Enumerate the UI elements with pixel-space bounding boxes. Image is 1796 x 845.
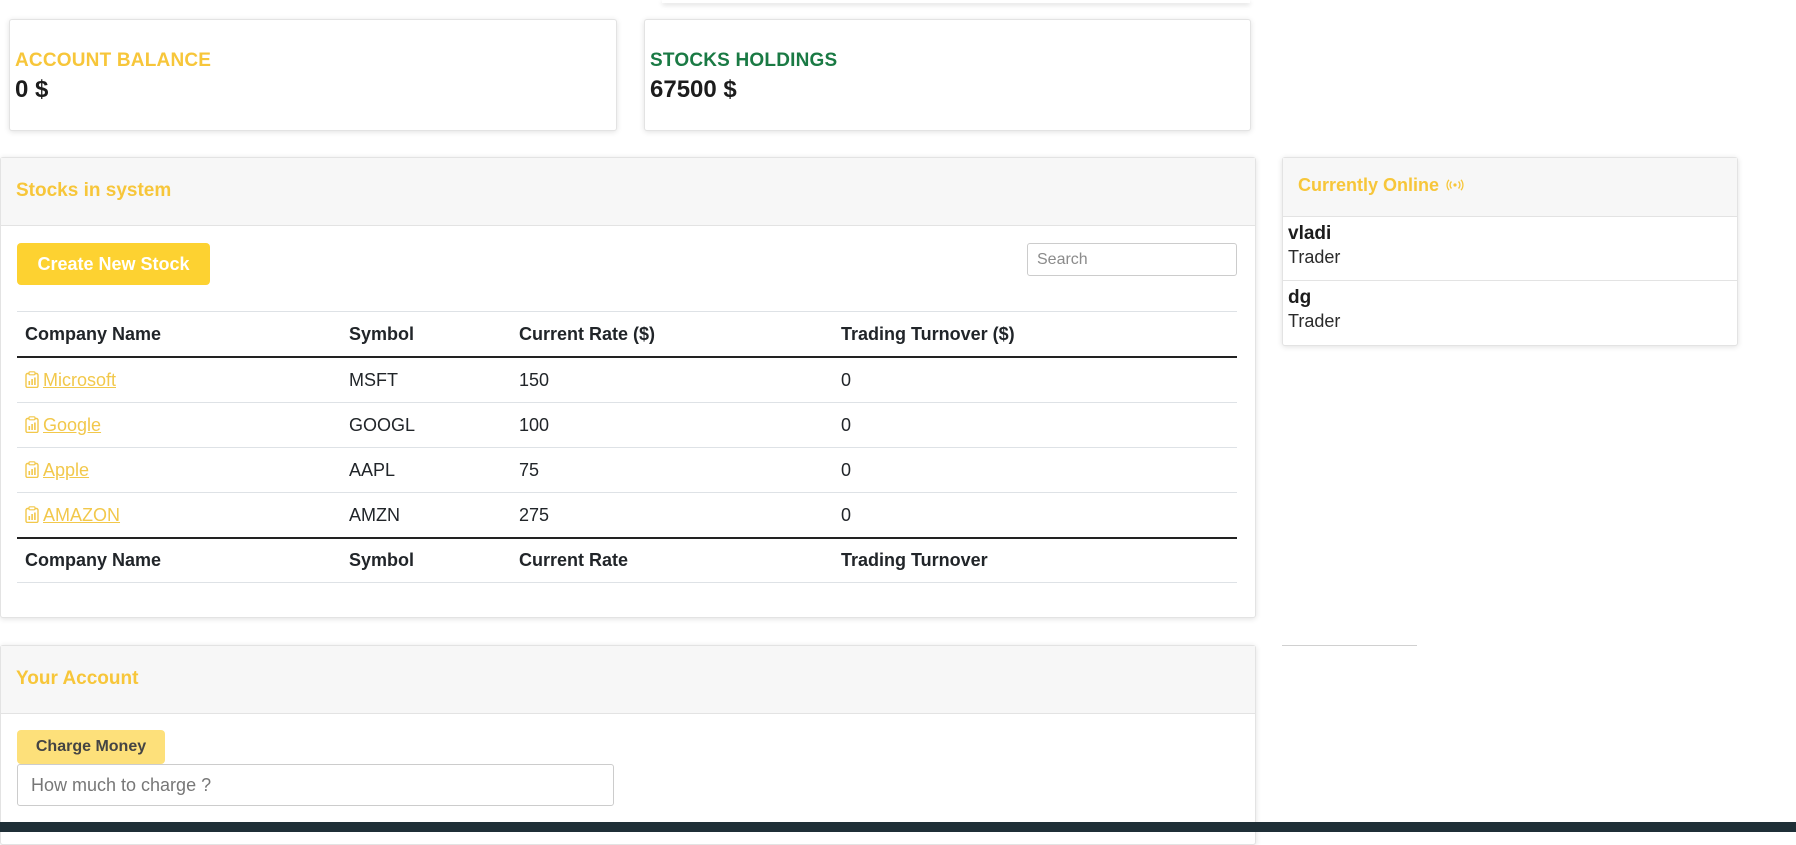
account-panel-header: Your Account — [1, 646, 1255, 714]
stock-link-apple[interactable]: Apple — [25, 460, 89, 480]
footer-company: Company Name — [17, 538, 341, 583]
column-header-turnover[interactable]: Trading Turnover ($) — [833, 311, 1237, 358]
divider — [1282, 645, 1417, 646]
online-panel-title: Currently Online — [1298, 175, 1464, 196]
account-balance-value: 0 $ — [15, 76, 49, 103]
stock-name: Microsoft — [43, 369, 117, 390]
stocks-panel-header: Stocks in system — [1, 158, 1255, 226]
stock-symbol: MSFT — [341, 357, 511, 403]
online-user-name: vladi — [1288, 223, 1332, 244]
stock-name: Google — [43, 414, 102, 435]
account-balance-label: ACCOUNT BALANCE — [15, 50, 212, 71]
stock-rate: 150 — [511, 357, 833, 403]
taskbar — [0, 822, 1796, 832]
column-header-company[interactable]: Company Name — [17, 311, 341, 358]
online-user-role: Trader — [1288, 247, 1341, 267]
clipboard-chart-icon — [25, 370, 39, 388]
broadcast-icon — [1446, 179, 1464, 191]
stocks-panel-title: Stocks in system — [16, 180, 172, 201]
table-footer-row: Company Name Symbol Current Rate Trading… — [17, 538, 1237, 583]
stock-symbol: AAPL — [341, 447, 511, 493]
stock-turnover: 0 — [833, 357, 1237, 403]
charge-money-button[interactable]: Charge Money — [17, 730, 165, 764]
table-header-row: Company Name Symbol Current Rate ($) Tra… — [17, 311, 1237, 358]
stock-name: Apple — [43, 459, 90, 480]
stock-link-microsoft[interactable]: Microsoft — [25, 370, 116, 390]
stocks-panel: Stocks in system Create New Stock Compan… — [0, 157, 1256, 618]
online-user-item: dg Trader — [1283, 280, 1737, 345]
create-new-stock-button[interactable]: Create New Stock — [17, 243, 210, 285]
column-header-rate[interactable]: Current Rate ($) — [511, 311, 833, 358]
stock-rate: 100 — [511, 402, 833, 448]
online-panel-header: Currently Online — [1283, 158, 1737, 216]
account-panel-title: Your Account — [16, 668, 139, 689]
top-card-edge — [662, 0, 1250, 3]
table-row: Apple AAPL 75 0 — [17, 447, 1237, 493]
stock-turnover: 0 — [833, 402, 1237, 448]
online-user-item: vladi Trader — [1283, 216, 1737, 281]
search-input[interactable] — [1027, 243, 1237, 276]
footer-turnover: Trading Turnover — [833, 538, 1237, 583]
stock-rate: 275 — [511, 492, 833, 539]
online-user-role: Trader — [1288, 311, 1341, 331]
stock-symbol: AMZN — [341, 492, 511, 539]
account-panel: Your Account Charge Money — [0, 645, 1256, 845]
table-row: Microsoft MSFT 150 0 — [17, 357, 1237, 403]
footer-symbol: Symbol — [341, 538, 511, 583]
clipboard-chart-icon — [25, 505, 39, 523]
stocks-holdings-card: STOCKS HOLDINGS 67500 $ — [644, 19, 1251, 131]
clipboard-chart-icon — [25, 415, 39, 433]
footer-rate: Current Rate — [511, 538, 833, 583]
column-header-symbol[interactable]: Symbol — [341, 311, 511, 358]
stock-rate: 75 — [511, 447, 833, 493]
stock-link-google[interactable]: Google — [25, 415, 101, 435]
account-balance-card: ACCOUNT BALANCE 0 $ — [9, 19, 617, 131]
stock-turnover: 0 — [833, 447, 1237, 493]
stocks-table: Company Name Symbol Current Rate ($) Tra… — [17, 311, 1237, 583]
table-row: Google GOOGL 100 0 — [17, 402, 1237, 448]
table-row: AMAZON AMZN 275 0 — [17, 492, 1237, 539]
online-user-name: dg — [1288, 287, 1312, 308]
stock-link-amazon[interactable]: AMAZON — [25, 505, 120, 525]
stock-name: AMAZON — [43, 504, 121, 525]
charge-amount-input[interactable] — [17, 764, 614, 806]
stock-turnover: 0 — [833, 492, 1237, 539]
stocks-holdings-label: STOCKS HOLDINGS — [650, 50, 838, 71]
stocks-holdings-value: 67500 $ — [650, 76, 737, 103]
online-panel: Currently Online vladi Trader dg Trader — [1282, 157, 1738, 346]
stock-symbol: GOOGL — [341, 402, 511, 448]
clipboard-chart-icon — [25, 460, 39, 478]
